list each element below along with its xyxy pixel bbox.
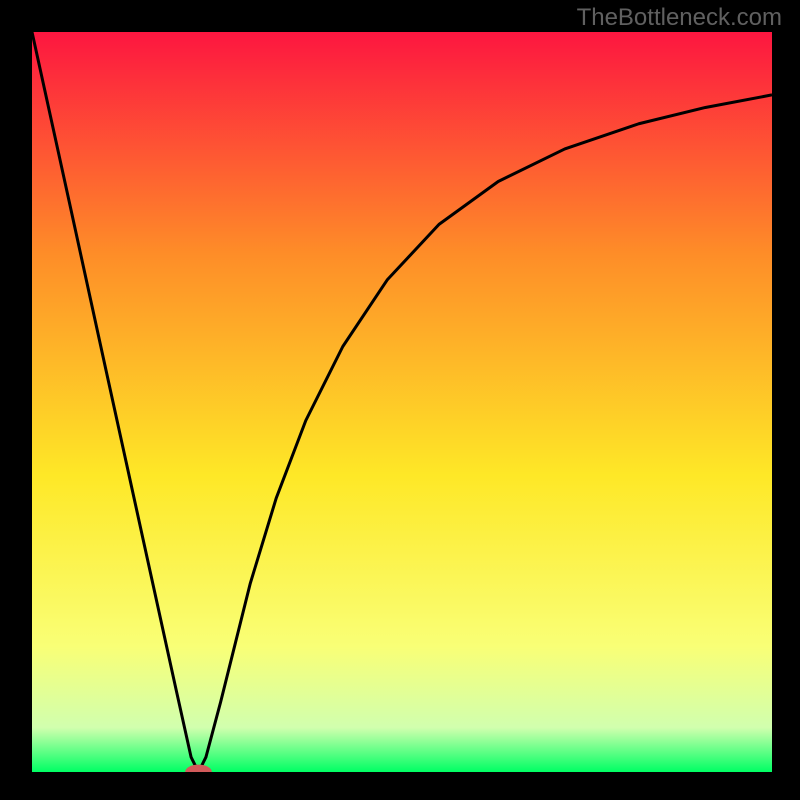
gradient-background <box>32 32 772 772</box>
chart-svg <box>32 32 772 772</box>
chart-frame: TheBottleneck.com <box>0 0 800 800</box>
plot-area <box>32 32 772 772</box>
watermark-text: TheBottleneck.com <box>577 4 782 32</box>
